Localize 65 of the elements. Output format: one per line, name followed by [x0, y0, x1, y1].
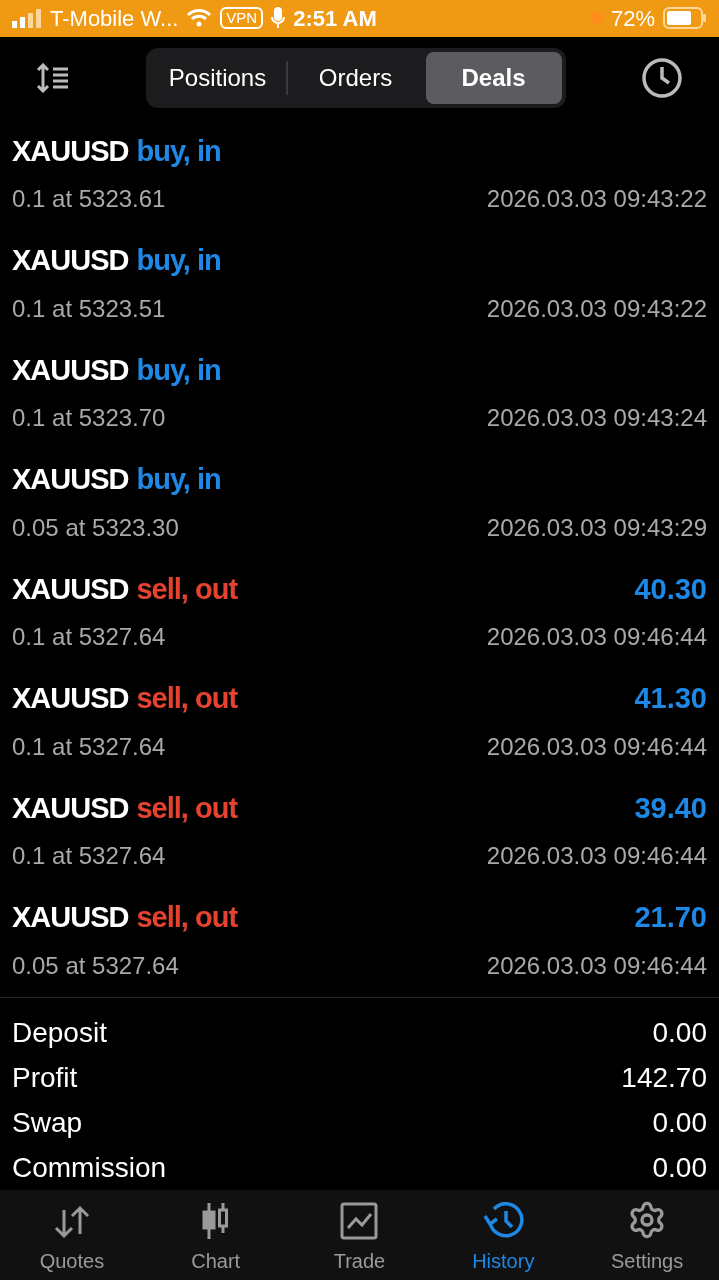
microphone-icon — [271, 7, 286, 30]
symbol: XAUUSD — [12, 571, 129, 607]
deal-type: buy, in — [136, 462, 221, 498]
deal-type: sell, out — [136, 571, 238, 607]
deal-type: buy, in — [136, 133, 221, 169]
summary-value: 0.00 — [652, 1015, 707, 1050]
deal-volume-price: 0.1 at 5323.51 — [12, 293, 166, 324]
segment-tab[interactable]: Orders — [287, 52, 424, 104]
deal-time: 2026.03.03 09:46:44 — [486, 731, 707, 762]
clock-time: 2:51 AM — [293, 4, 377, 33]
deal-volume-price: 0.05 at 5327.64 — [12, 950, 179, 981]
sort-icon[interactable] — [36, 63, 70, 93]
deal-type: buy, in — [136, 243, 221, 279]
carrier-name: T-Mobile W... — [50, 4, 179, 33]
battery-percentage: 72% — [610, 4, 655, 33]
deal-profit: 41.30 — [634, 681, 707, 717]
deal-type: buy, in — [136, 352, 221, 388]
summary-label: Swap — [12, 1105, 83, 1140]
deal-type: sell, out — [136, 900, 238, 936]
deal-profit: 39.40 — [634, 790, 707, 826]
summary-label: Profit — [12, 1060, 78, 1095]
deal-volume-price: 0.1 at 5323.61 — [12, 184, 166, 215]
deal-type: sell, out — [136, 790, 238, 826]
segment-tab[interactable]: Positions — [149, 52, 286, 104]
symbol: XAUUSD — [12, 133, 129, 169]
tab-bar-item[interactable]: Settings — [575, 1190, 719, 1280]
deal-profit: 21.70 — [634, 900, 707, 936]
summary-label: Deposit — [12, 1015, 107, 1050]
candlestick-icon — [200, 1202, 231, 1240]
tab-bar-item[interactable]: Quotes — [0, 1190, 144, 1280]
symbol: XAUUSD — [12, 790, 129, 826]
symbol: XAUUSD — [12, 243, 129, 279]
tab-bar-item[interactable]: Chart — [143, 1190, 288, 1280]
symbol: XAUUSD — [12, 352, 129, 388]
deal-volume-price: 0.1 at 5323.70 — [12, 403, 166, 434]
deal-profit: 40.30 — [634, 571, 707, 607]
deal-time: 2026.03.03 09:43:22 — [486, 184, 707, 215]
clock-icon[interactable] — [641, 57, 683, 99]
deal-time: 2026.03.03 09:43:22 — [486, 293, 707, 324]
symbol: XAUUSD — [12, 462, 129, 498]
summary-value: 0.00 — [652, 1150, 707, 1185]
tab-bar-item[interactable]: History — [431, 1190, 576, 1280]
wifi-icon — [186, 8, 213, 29]
tab-bar-item[interactable]: Trade — [287, 1190, 432, 1280]
battery-icon — [663, 7, 707, 30]
line-chart-icon — [340, 1202, 379, 1240]
deal-time: 2026.03.03 09:46:44 — [486, 622, 707, 653]
deal-volume-price: 0.1 at 5327.64 — [12, 731, 166, 762]
deal-volume-price: 0.1 at 5327.64 — [12, 841, 166, 872]
summary-label: Commission — [12, 1150, 167, 1185]
deal-volume-price: 0.1 at 5327.64 — [12, 622, 166, 653]
deal-time: 2026.03.03 09:43:24 — [486, 403, 707, 434]
summary-value: 0.00 — [652, 1105, 707, 1140]
symbol: XAUUSD — [12, 681, 129, 717]
deal-time: 2026.03.03 09:43:29 — [486, 512, 707, 543]
symbol: XAUUSD — [12, 900, 129, 936]
deal-type: sell, out — [136, 681, 238, 717]
deal-time: 2026.03.03 09:46:44 — [486, 841, 707, 872]
vpn-badge: VPN — [220, 7, 264, 30]
segment-tab[interactable]: Deals — [425, 52, 562, 104]
deal-volume-price: 0.05 at 5323.30 — [12, 512, 179, 543]
deal-time: 2026.03.03 09:46:44 — [486, 950, 707, 981]
summary-value: 142.70 — [621, 1060, 707, 1095]
history-icon — [482, 1200, 525, 1240]
signal-icon — [12, 8, 42, 29]
